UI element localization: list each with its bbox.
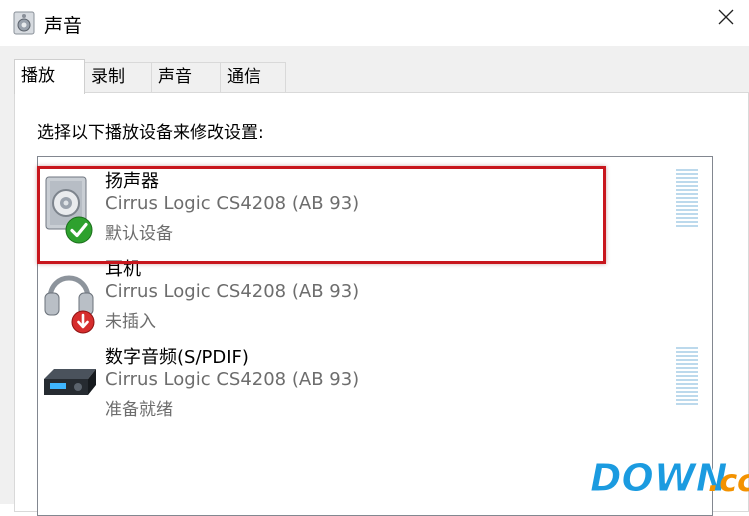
volume-level-meter bbox=[676, 347, 698, 407]
instruction-text: 选择以下播放设备来修改设置: bbox=[37, 123, 264, 143]
close-icon bbox=[718, 9, 734, 25]
device-name: 耳机 bbox=[105, 259, 141, 280]
speaker-app-icon bbox=[13, 10, 35, 36]
title-bar: 声音 bbox=[0, 0, 749, 46]
dialog-body: 播放 录制 声音 通信 选择以下播放设备来修改设置: 扬声器 Cirrus Lo… bbox=[0, 46, 749, 516]
tab-sounds[interactable]: 声音 bbox=[151, 62, 221, 92]
device-status: 未插入 bbox=[105, 312, 156, 332]
green-check-icon bbox=[64, 215, 94, 245]
window-title: 声音 bbox=[44, 15, 83, 37]
device-item-digital-audio[interactable]: 数字音频(S/PDIF) Cirrus Logic CS4208 (AB 93)… bbox=[38, 339, 712, 425]
device-driver: Cirrus Logic CS4208 (AB 93) bbox=[105, 193, 360, 214]
device-status: 准备就绪 bbox=[105, 400, 173, 420]
svg-text:.cc: .cc bbox=[708, 464, 749, 499]
digital-audio-device-icon bbox=[42, 345, 98, 415]
tab-playback[interactable]: 播放 bbox=[14, 59, 85, 94]
volume-level-meter bbox=[676, 169, 698, 229]
device-status: 默认设备 bbox=[105, 224, 173, 244]
svg-text:DOWN: DOWN bbox=[590, 456, 728, 500]
red-down-arrow-icon bbox=[70, 309, 96, 335]
down-cc-watermark-logo: DOWN .cc bbox=[590, 453, 749, 501]
close-button[interactable] bbox=[703, 0, 749, 36]
device-driver: Cirrus Logic CS4208 (AB 93) bbox=[105, 281, 360, 302]
device-driver: Cirrus Logic CS4208 (AB 93) bbox=[105, 369, 360, 390]
device-name: 数字音频(S/PDIF) bbox=[105, 347, 249, 368]
device-item-speakers[interactable]: 扬声器 Cirrus Logic CS4208 (AB 93) 默认设备 bbox=[38, 163, 712, 249]
sound-dialog: 声音 播放 录制 声音 通信 选择以下播放设备来修改设置: 扬声器 Cirrus… bbox=[0, 0, 749, 516]
tab-communications[interactable]: 通信 bbox=[220, 62, 286, 92]
device-item-headphones[interactable]: 耳机 Cirrus Logic CS4208 (AB 93) 未插入 bbox=[38, 251, 712, 337]
tab-recording[interactable]: 录制 bbox=[84, 62, 152, 92]
device-name: 扬声器 bbox=[105, 171, 159, 192]
